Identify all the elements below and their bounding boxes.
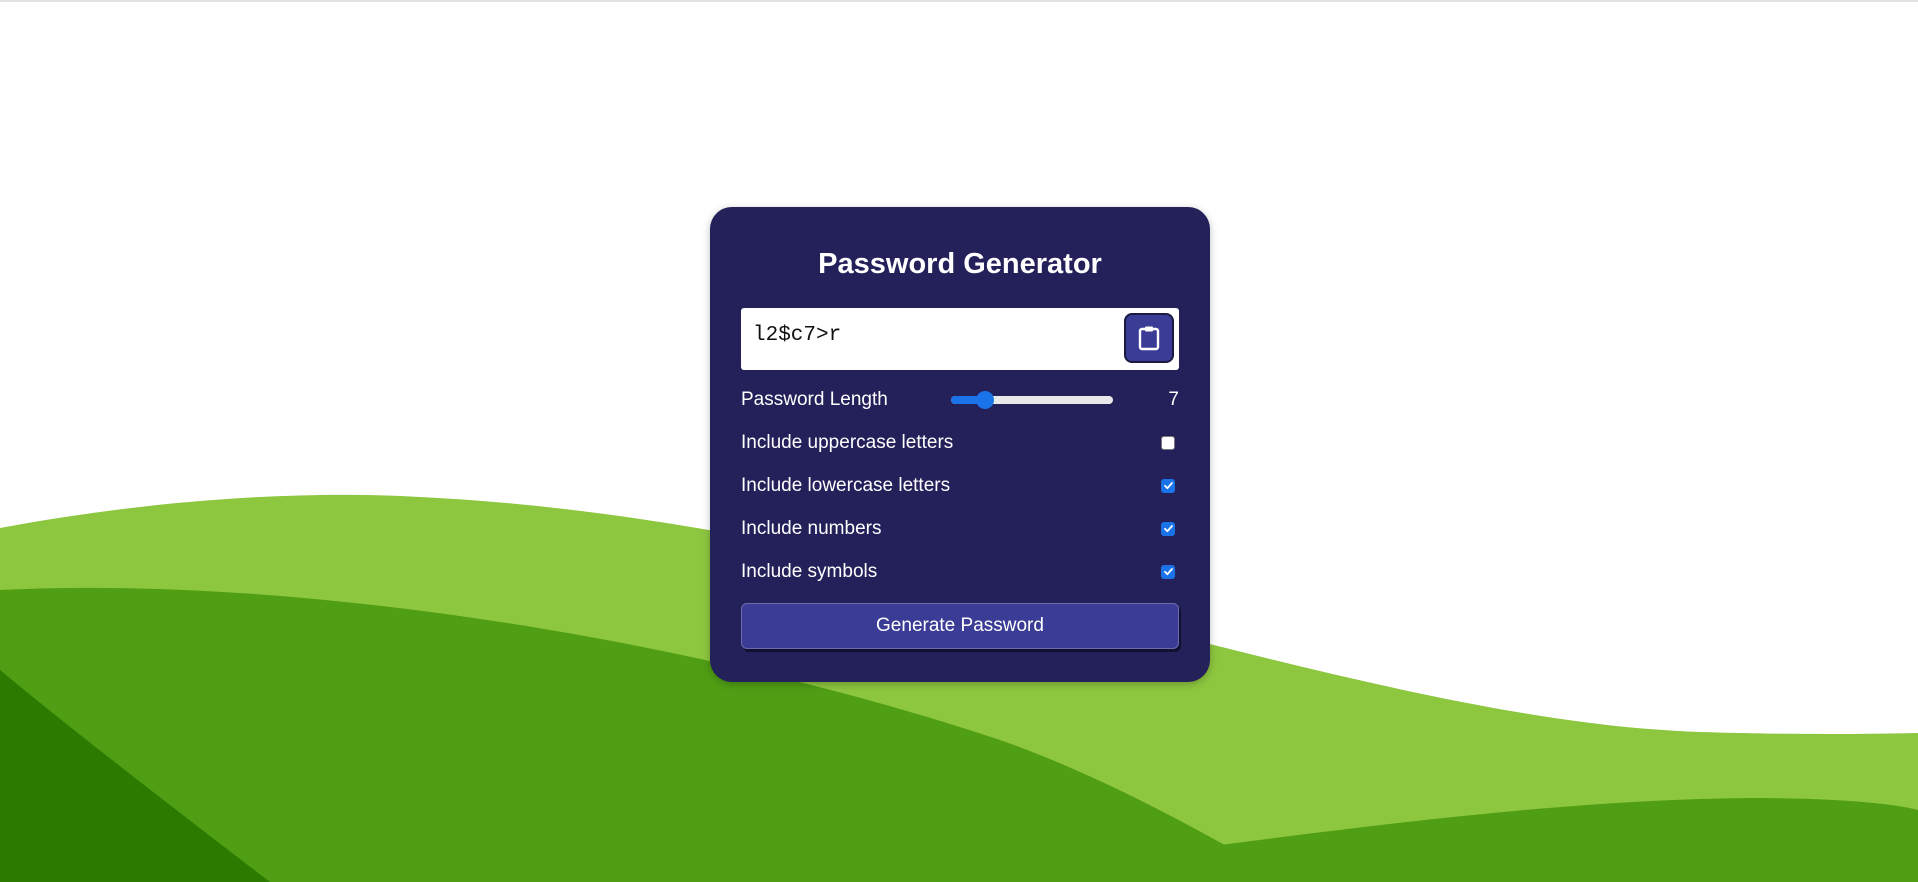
clipboard-icon: [1138, 326, 1160, 351]
checkmark-icon: [1163, 482, 1173, 490]
password-length-value: 7: [1168, 388, 1179, 410]
option-uppercase-label: Include uppercase letters: [741, 431, 954, 453]
password-output-field[interactable]: [741, 308, 1135, 362]
checkmark-icon: [1163, 525, 1173, 533]
symbols-checkbox[interactable]: [1161, 564, 1175, 579]
option-lowercase-row: Include lowercase letters: [741, 464, 1179, 507]
password-length-slider[interactable]: [951, 390, 1113, 409]
option-symbols-row: Include symbols: [741, 550, 1179, 593]
option-uppercase-row: Include uppercase letters: [741, 421, 1179, 464]
option-symbols-label: Include symbols: [741, 560, 878, 582]
copy-button[interactable]: [1124, 313, 1174, 363]
option-numbers-label: Include numbers: [741, 517, 882, 539]
generate-password-button[interactable]: Generate Password: [741, 603, 1179, 649]
checkmark-icon: [1163, 568, 1173, 576]
password-output-box: [741, 308, 1179, 370]
page-title: Password Generator: [818, 248, 1102, 280]
uppercase-checkbox[interactable]: [1161, 435, 1175, 450]
option-lowercase-label: Include lowercase letters: [741, 474, 951, 496]
lowercase-checkbox[interactable]: [1161, 478, 1175, 493]
password-length-row: Password Length 7: [741, 378, 1179, 421]
password-generator-card: Password Generator Password Length 7 Inc…: [710, 207, 1210, 682]
option-numbers-row: Include numbers: [741, 507, 1179, 550]
slider-thumb[interactable]: [976, 391, 994, 409]
numbers-checkbox[interactable]: [1161, 521, 1175, 536]
